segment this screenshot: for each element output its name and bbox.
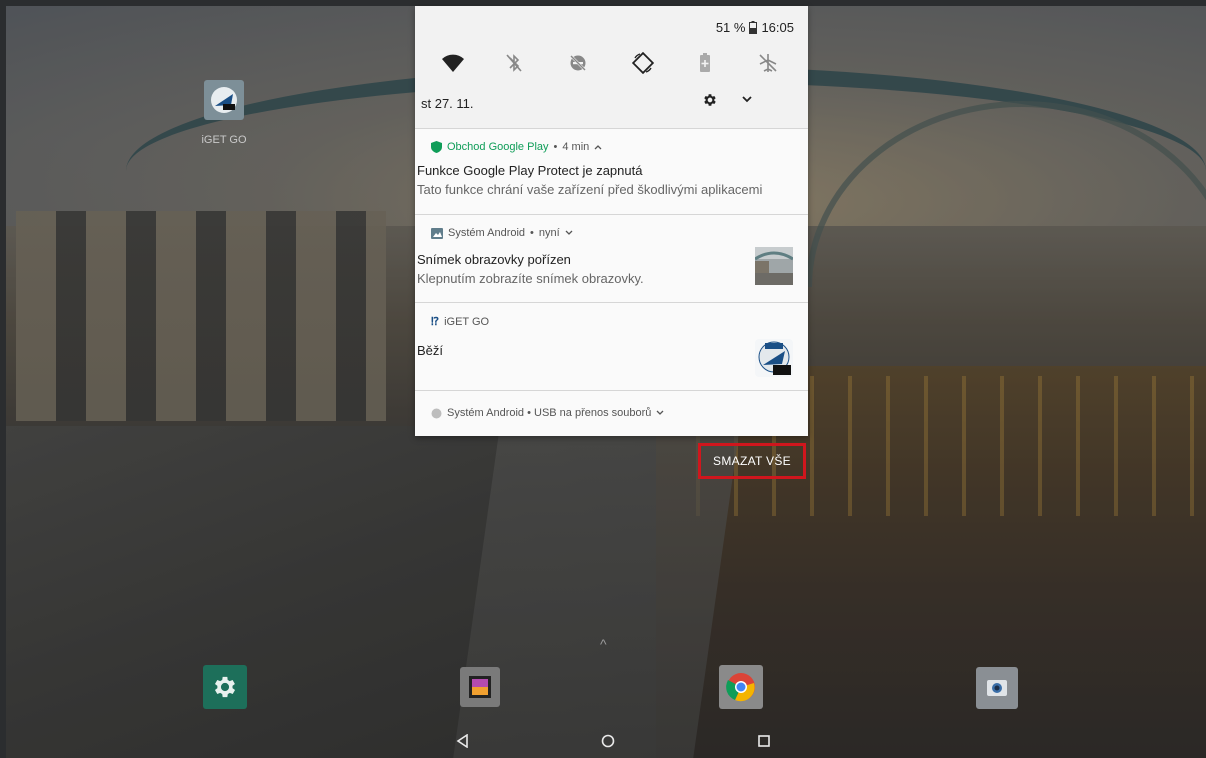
notification-time: nyní: [538, 227, 560, 239]
chevron-down-icon: [742, 96, 752, 103]
notification-header: Obchod Google Play • 4 min: [431, 141, 602, 153]
gallery-icon: [469, 676, 491, 698]
android-system-icon: [431, 408, 442, 418]
dnd-off-icon: [570, 55, 586, 71]
play-protect-shield-icon: [431, 141, 442, 153]
recents-square-icon: [758, 735, 770, 747]
dnd-toggle[interactable]: [565, 50, 591, 76]
bluetooth-toggle[interactable]: [501, 50, 527, 76]
chevron-down-icon[interactable]: [656, 409, 664, 417]
settings-icon: [214, 676, 236, 698]
back-triangle-icon: [456, 734, 468, 748]
iget-small-icon: ⁉: [431, 316, 440, 328]
iget-go-app-label: iGET GO: [201, 134, 247, 146]
app-drawer-chevron-icon[interactable]: ^: [600, 636, 607, 652]
settings-button[interactable]: [702, 92, 722, 112]
recents-button[interactable]: [749, 728, 779, 754]
chevron-up-icon[interactable]: [594, 143, 602, 151]
notification-app-name: Systém Android: [448, 227, 526, 239]
clock: 16:05: [761, 20, 794, 35]
iget-go-logo-icon: [755, 339, 793, 377]
wifi-icon: [442, 54, 464, 72]
gallery-app-icon[interactable]: [460, 667, 500, 707]
notification-screenshot[interactable]: Systém Android • nyní Snímek obrazovky p…: [415, 214, 808, 303]
notification-text: Klepnutím zobrazíte snímek obrazovky.: [417, 271, 644, 286]
notification-summary: Systém Android • USB na přenos souborů: [447, 407, 652, 419]
quick-settings-panel: 51 % 16:05 st 27. 11.: [415, 6, 808, 128]
battery-saver-icon: [700, 53, 710, 72]
settings-app-icon[interactable]: [203, 665, 247, 709]
camera-icon: [987, 680, 1007, 696]
auto-rotate-icon: [632, 52, 654, 74]
battery-icon: [749, 21, 758, 34]
clear-all-button[interactable]: SMAZAT VŠE: [698, 443, 806, 479]
navigation-bar: [0, 722, 1206, 758]
notification-iget-go[interactable]: ⁉ iGET GO Běží: [415, 302, 808, 391]
home-circle-icon: [601, 734, 615, 748]
expand-quick-settings-button[interactable]: [740, 92, 760, 112]
iget-go-large-icon: [755, 339, 793, 377]
notification-text: Tato funkce chrání vaše zařízení před šk…: [417, 182, 763, 197]
status-bar: 51 % 16:05: [716, 20, 794, 35]
date-label: st 27. 11.: [421, 96, 474, 111]
notification-shade: 51 % 16:05 st 27. 11. Obchod Google Play…: [415, 6, 808, 436]
chrome-app-icon[interactable]: [719, 665, 763, 709]
screenshot-thumbnail: [754, 247, 794, 285]
notification-title: Snímek obrazovky pořízen: [417, 252, 571, 267]
image-icon: [431, 227, 443, 239]
iget-go-app-icon[interactable]: [204, 80, 244, 120]
notification-usb[interactable]: Systém Android • USB na přenos souborů: [415, 390, 808, 436]
home-button[interactable]: [593, 728, 623, 754]
bluetooth-off-icon: [506, 54, 522, 72]
notification-title: Běží: [417, 343, 444, 358]
notification-header: ⁉ iGET GO: [431, 315, 490, 329]
chrome-icon: [726, 673, 755, 702]
notification-header: Systém Android • USB na přenos souborů: [431, 407, 664, 419]
quick-settings-toggles: [415, 50, 808, 80]
camera-app-icon[interactable]: [976, 667, 1018, 709]
notification-app-name: Obchod Google Play: [447, 141, 549, 153]
iget-go-logo-icon: [211, 87, 237, 113]
battery-percent: 51 %: [715, 20, 746, 35]
notification-app-name: iGET GO: [444, 315, 490, 328]
airplane-off-icon: [759, 54, 777, 72]
airplane-toggle[interactable]: [755, 50, 781, 76]
screenshot-thumbnail-image: [754, 247, 794, 285]
notification-title: Funkce Google Play Protect je zapnutá: [417, 163, 643, 178]
wifi-toggle[interactable]: [440, 50, 466, 76]
notification-header: Systém Android • nyní: [431, 227, 573, 239]
gear-icon: [704, 94, 716, 106]
notification-google-play[interactable]: Obchod Google Play • 4 min Funkce Google…: [415, 128, 808, 215]
notification-time: 4 min: [562, 141, 590, 153]
chevron-down-icon[interactable]: [565, 229, 573, 237]
back-button[interactable]: [448, 728, 478, 754]
battery-saver-toggle[interactable]: [692, 50, 718, 76]
auto-rotate-toggle[interactable]: [630, 50, 656, 76]
